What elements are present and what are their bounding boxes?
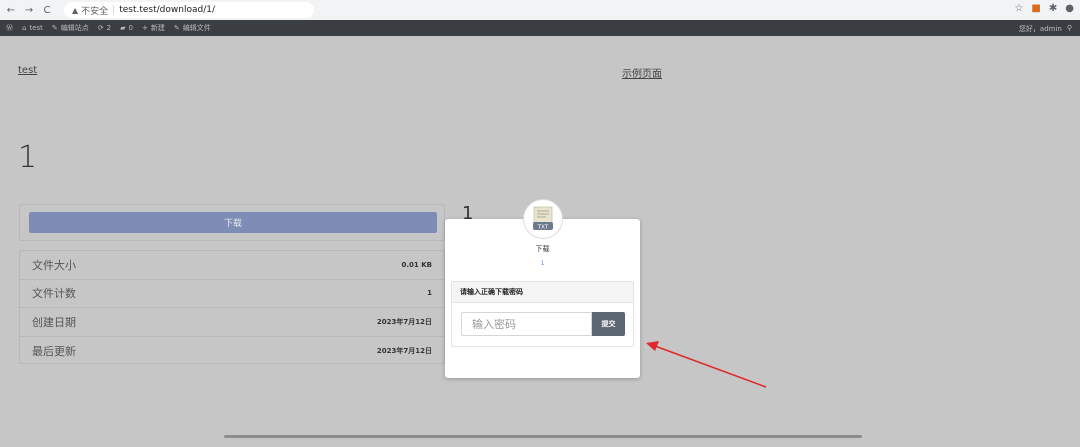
annotation-arrow [646, 341, 767, 388]
annotation-arrow-shaft [654, 345, 767, 388]
